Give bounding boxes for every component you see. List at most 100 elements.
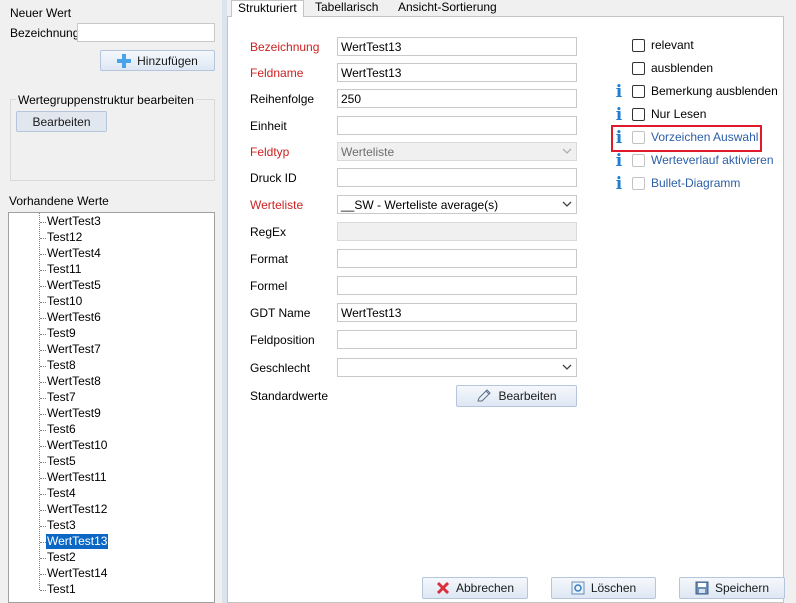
- tree-item[interactable]: WertTest14: [46, 566, 108, 581]
- tree-item[interactable]: WertTest5: [46, 278, 102, 293]
- tree-item[interactable]: WertTest11: [46, 470, 108, 485]
- tab-ansicht-sortierung[interactable]: Ansicht-Sortierung: [392, 0, 503, 16]
- tree-item[interactable]: WertTest10: [46, 438, 108, 453]
- standardwerte-edit-label: Bearbeiten: [498, 389, 557, 403]
- checkbox-label: Bemerkung ausblenden: [651, 84, 778, 98]
- chevron-down-icon: [562, 148, 572, 154]
- feldtyp-select[interactable]: Werteliste: [337, 142, 577, 161]
- feldtyp-label: Feldtyp: [250, 145, 290, 159]
- werteliste-select[interactable]: __SW - Werteliste average(s): [337, 195, 577, 214]
- standardwerte-label: Standardwerte: [250, 389, 329, 403]
- chevron-down-icon: [562, 364, 572, 370]
- cancel-button[interactable]: Abbrechen: [422, 577, 528, 599]
- gdt-name-label: GDT Name: [250, 306, 311, 320]
- checkbox[interactable]: [632, 39, 645, 52]
- save-label: Speichern: [714, 581, 770, 595]
- tree-item[interactable]: Test3: [46, 518, 77, 533]
- format-label: Format: [250, 252, 289, 266]
- checkbox-label: Werteverlauf aktivieren: [651, 153, 774, 167]
- einheit-label: Einheit: [250, 119, 287, 133]
- feldtyp-value: Werteliste: [341, 145, 395, 159]
- checkbox-label: Nur Lesen: [651, 107, 707, 121]
- feldname-input[interactable]: WertTest13: [337, 63, 577, 82]
- bezeichnung-label: Bezeichnung: [250, 40, 320, 54]
- add-button[interactable]: Hinzufügen: [100, 50, 215, 71]
- tree-item[interactable]: WertTest3: [46, 214, 102, 229]
- formel-input[interactable]: [337, 276, 577, 295]
- designation-input[interactable]: [77, 23, 215, 42]
- formel-label: Formel: [250, 279, 288, 293]
- druckid-label: Druck ID: [250, 171, 297, 185]
- tree-item-selected[interactable]: WertTest13: [44, 533, 110, 550]
- regex-input[interactable]: [337, 222, 577, 241]
- checkbox[interactable]: [632, 85, 645, 98]
- tree-item[interactable]: Test1: [46, 582, 77, 597]
- checkbox-label: relevant: [651, 38, 694, 52]
- tree-item[interactable]: Test10: [46, 294, 83, 309]
- gdt-name-input[interactable]: WertTest13: [337, 303, 577, 322]
- pencil-icon: [477, 389, 492, 402]
- geschlecht-label: Geschlecht: [250, 361, 311, 375]
- tree-item[interactable]: Test5: [46, 454, 77, 469]
- format-input[interactable]: [337, 249, 577, 268]
- structure-edit-button[interactable]: Bearbeiten: [16, 111, 107, 132]
- save-button[interactable]: Speichern: [679, 577, 785, 599]
- bezeichnung-input[interactable]: WertTest13: [337, 37, 577, 56]
- checkbox[interactable]: [632, 154, 645, 167]
- werteliste-label: Werteliste: [250, 198, 304, 212]
- feldposition-input[interactable]: [337, 330, 577, 349]
- standardwerte-edit-button[interactable]: Bearbeiten: [456, 385, 577, 407]
- feldposition-label: Feldposition: [250, 333, 315, 347]
- info-icon[interactable]: i: [615, 83, 623, 101]
- tree-item[interactable]: WertTest7: [46, 342, 102, 357]
- tree-item[interactable]: Test4: [46, 486, 77, 501]
- cancel-label: Abbrechen: [455, 581, 515, 595]
- structure-group-title: Wertegruppenstruktur bearbeiten: [16, 93, 196, 107]
- checkbox[interactable]: [632, 177, 645, 190]
- delete-icon: [571, 581, 585, 595]
- tab-tabellarisch[interactable]: Tabellarisch: [309, 0, 384, 16]
- tree-item[interactable]: WertTest6: [46, 310, 102, 325]
- add-button-label: Hinzufügen: [137, 53, 198, 68]
- regex-label: RegEx: [250, 225, 287, 239]
- einheit-input[interactable]: [337, 116, 577, 135]
- werteliste-value: __SW - Werteliste average(s): [341, 198, 499, 212]
- tree-item[interactable]: Test6: [46, 422, 77, 437]
- tree-item[interactable]: WertTest8: [46, 374, 102, 389]
- tree-item[interactable]: Test9: [46, 326, 77, 341]
- tree-item[interactable]: Test2: [46, 550, 77, 565]
- tree-item[interactable]: Test8: [46, 358, 77, 373]
- delete-label: Löschen: [590, 581, 637, 595]
- tab-strukturiert[interactable]: Strukturiert: [231, 0, 304, 17]
- reihenfolge-input[interactable]: 250: [337, 89, 577, 108]
- tree-item[interactable]: Test12: [46, 230, 83, 245]
- tree-scrollbar[interactable]: [214, 213, 215, 602]
- tree-item[interactable]: Test7: [46, 390, 77, 405]
- info-icon[interactable]: i: [615, 175, 623, 193]
- designation-label: Bezeichnung: [10, 26, 80, 40]
- existing-values-title: Vorhandene Werte: [9, 194, 109, 208]
- values-tree[interactable]: WertTest3 Test12 WertTest4 Test11 WertTest5 T…: [8, 212, 215, 603]
- plus-icon: [117, 53, 132, 68]
- info-icon[interactable]: i: [615, 152, 623, 170]
- feldname-label: Feldname: [250, 66, 304, 80]
- tree-item[interactable]: WertTest9: [46, 406, 102, 421]
- new-value-title: Neuer Wert: [10, 6, 72, 20]
- reihenfolge-label: Reihenfolge: [250, 92, 315, 106]
- checkbox-label: Bullet-Diagramm: [651, 176, 741, 190]
- tree-item[interactable]: Test11: [46, 262, 82, 277]
- chevron-down-icon: [562, 201, 572, 207]
- geschlecht-select[interactable]: [337, 358, 577, 377]
- cancel-x-icon: [436, 581, 450, 595]
- druckid-input[interactable]: [337, 168, 577, 187]
- info-icon[interactable]: i: [615, 106, 623, 124]
- tree-item[interactable]: WertTest4: [46, 246, 102, 261]
- structure-edit-label: Bearbeiten: [32, 114, 91, 129]
- save-icon: [695, 581, 709, 595]
- checkbox[interactable]: [632, 62, 645, 75]
- checkbox[interactable]: [632, 108, 645, 121]
- checkbox-label: ausblenden: [651, 61, 714, 75]
- tree-item[interactable]: WertTest12: [46, 502, 108, 517]
- highlight-box: [611, 125, 762, 152]
- delete-button[interactable]: Löschen: [551, 577, 656, 599]
